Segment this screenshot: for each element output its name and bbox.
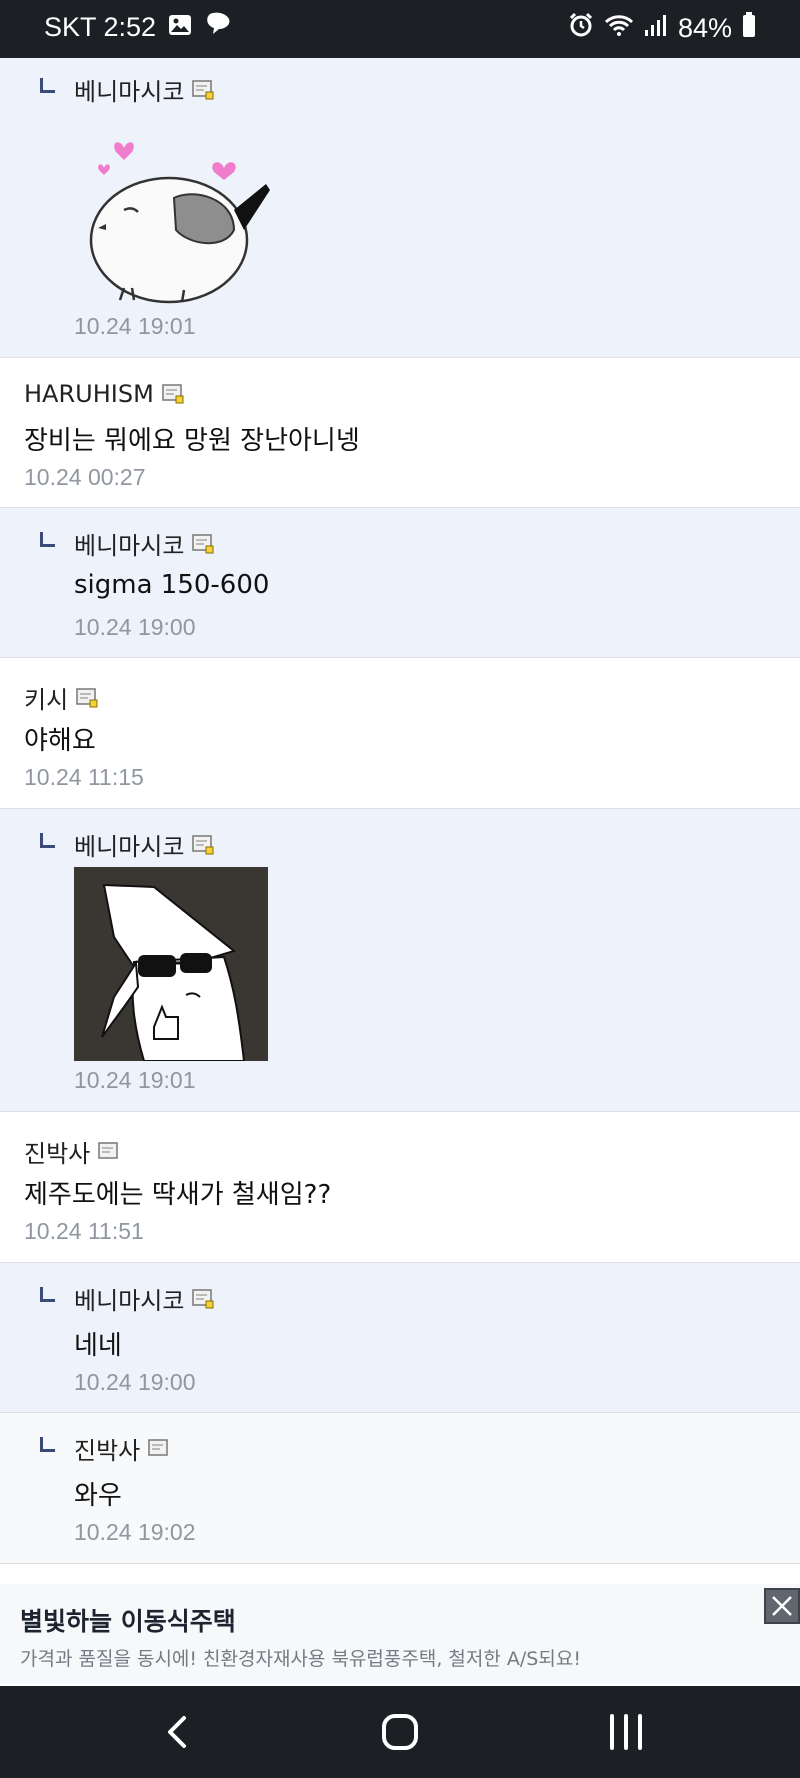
reply-indicator (40, 1437, 55, 1452)
author-name[interactable]: 베니마시코 (74, 72, 184, 107)
sunglasses-wizard-sticker[interactable] (74, 867, 268, 1062)
reply-indicator (40, 532, 55, 547)
reply-comment: 베니마시코 10.24 19:01 (0, 809, 800, 1112)
reply-comment: 베니마시코 네네 10.24 19:00 (0, 1263, 800, 1413)
reply-comment: 베니마시코 sigma 150-600 10.24 19:00 (0, 508, 800, 658)
author-name[interactable]: 베니마시코 (74, 827, 184, 862)
comment: HARUHISM 장비는 뭐에요 망원 장난아니넹 10.24 00:27 (0, 358, 800, 508)
comment-time: 10.24 19:01 (74, 313, 196, 339)
author-row: 진박사 (24, 1134, 120, 1169)
reply-indicator (40, 833, 55, 848)
author-name[interactable]: 진박사 (24, 1134, 90, 1169)
author-row: 베니마시코 (74, 72, 214, 107)
comment-time: 10.24 19:01 (74, 1067, 196, 1093)
battery-percent: 84% (677, 13, 732, 43)
wifi-icon (604, 13, 634, 44)
close-icon[interactable] (764, 1588, 800, 1624)
navigation-bar (0, 1686, 800, 1778)
author-row: 베니마시코 (74, 827, 214, 862)
memo-icon (76, 687, 98, 708)
bird-sticker[interactable] (84, 130, 274, 305)
memo-icon (98, 1141, 120, 1162)
memo-icon (192, 79, 214, 100)
ad-title[interactable]: 별빛하늘 이동식주택 (20, 1602, 236, 1638)
memo-icon (192, 533, 214, 554)
status-bar: SKT 2:52 84% (0, 0, 800, 58)
author-row: 키시 (24, 680, 98, 715)
author-name[interactable]: 베니마시코 (74, 1281, 184, 1316)
alarm-icon (568, 12, 594, 45)
comment-text: 제주도에는 딱새가 철새임?? (24, 1180, 332, 1210)
comment-text: sigma 150-600 (74, 570, 270, 600)
ad-banner[interactable]: 별빛하늘 이동식주택 가격과 품질을 동시에! 친환경자재사용 북유럽풍주택, … (0, 1584, 800, 1684)
comment-text: 와우 (74, 1481, 122, 1511)
author-row: 베니마시코 (74, 1281, 214, 1316)
signal-icon (644, 13, 668, 44)
author-row: HARUHISM (24, 380, 184, 408)
comment-text: 네네 (74, 1331, 122, 1361)
comment-feed: 베니마시코 10.24 19:01 HARUHISM 장비는 뭐에요 망원 장난… (0, 58, 800, 1564)
memo-icon (148, 1438, 170, 1459)
carrier-time: SKT 2:52 (44, 12, 157, 42)
author-name[interactable]: 베니마시코 (74, 526, 184, 561)
comment-time: 10.24 19:02 (74, 1519, 196, 1545)
status-left: SKT 2:52 (44, 12, 232, 43)
comment-time: 10.24 19:00 (74, 614, 196, 640)
author-name[interactable]: HARUHISM (24, 380, 154, 408)
author-name[interactable]: 진박사 (74, 1431, 140, 1466)
comment-text: 야해요 (24, 726, 96, 756)
author-name[interactable]: 키시 (24, 680, 68, 715)
recents-icon[interactable] (604, 1710, 648, 1754)
author-row: 베니마시코 (74, 526, 214, 561)
reply-comment: 진박사 와우 10.24 19:02 (0, 1413, 800, 1564)
comment-text: 장비는 뭐에요 망원 장난아니넹 (24, 426, 360, 456)
comment-time: 10.24 11:51 (24, 1218, 144, 1244)
home-icon[interactable] (378, 1710, 422, 1754)
ad-description[interactable]: 가격과 품질을 동시에! 친환경자재사용 북유럽풍주택, 철저한 A/S되요! (20, 1644, 581, 1671)
author-row: 진박사 (74, 1431, 170, 1466)
reply-indicator (40, 1287, 55, 1302)
memo-icon (192, 1288, 214, 1309)
comment-time: 10.24 00:27 (24, 464, 146, 490)
chat-bubble-icon (204, 12, 232, 43)
gallery-icon (168, 12, 192, 43)
comment: 진박사 제주도에는 딱새가 철새임?? 10.24 11:51 (0, 1112, 800, 1263)
comment-time: 10.24 11:15 (24, 764, 144, 790)
memo-icon (162, 384, 184, 404)
reply-indicator (40, 78, 55, 93)
comment: 키시 야해요 10.24 11:15 (0, 658, 800, 809)
memo-icon (192, 834, 214, 855)
back-icon[interactable] (156, 1710, 200, 1754)
status-right: 84% (568, 12, 756, 45)
battery-icon (742, 12, 756, 45)
reply-comment: 베니마시코 10.24 19:01 (0, 58, 800, 358)
comment-time: 10.24 19:00 (74, 1369, 196, 1395)
